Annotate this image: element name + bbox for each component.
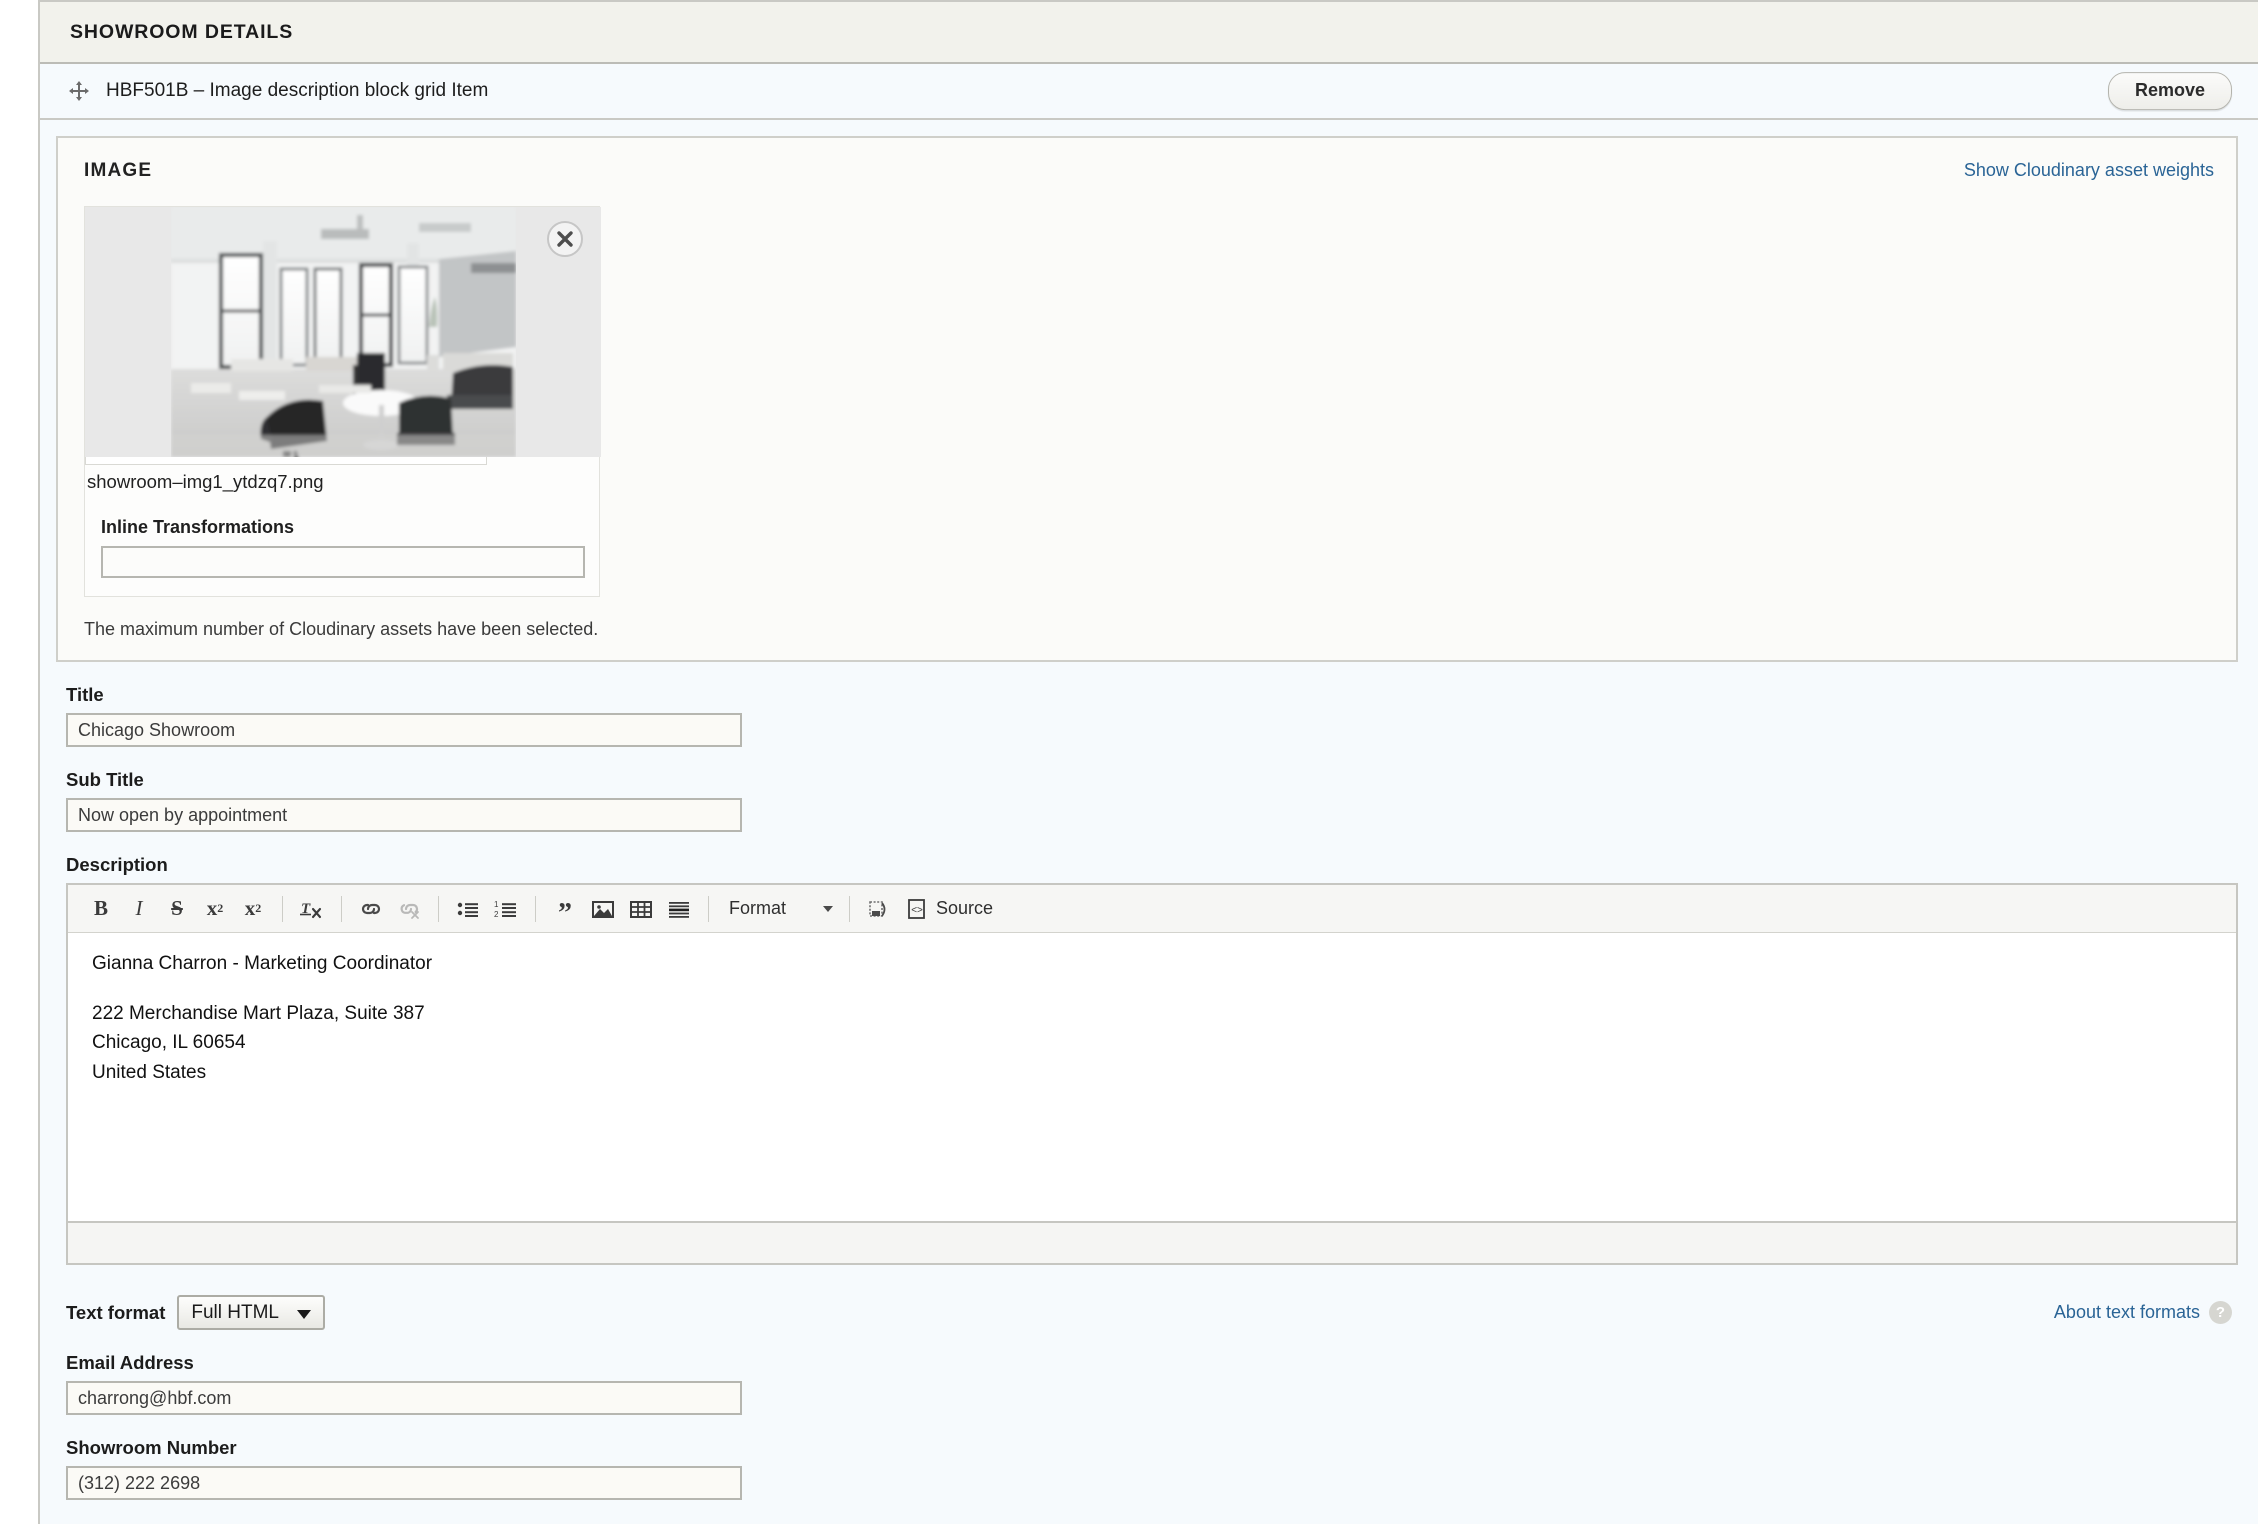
- email-label: Email Address: [66, 1352, 194, 1373]
- max-assets-note: The maximum number of Cloudinary assets …: [84, 619, 599, 639]
- ckeditor-footer-resize[interactable]: [68, 1221, 2236, 1263]
- about-text-formats-link[interactable]: About text formats: [2054, 1302, 2200, 1323]
- showroom-number-field-group: Showroom Number: [40, 1437, 2258, 1500]
- image-widget-title: IMAGE: [84, 160, 153, 181]
- ckeditor-content-area[interactable]: Gianna Charron - Marketing Coordinator 2…: [68, 933, 2236, 1221]
- horizontal-rule-icon[interactable]: [660, 890, 698, 928]
- source-button[interactable]: <> Source: [898, 891, 1001, 927]
- bold-icon[interactable]: B: [82, 890, 120, 928]
- move-arrows-icon[interactable]: [66, 78, 92, 104]
- ckeditor-toolbar: B I S x2 x2 T 1 2 ” Format <> Source: [68, 885, 2236, 933]
- text-format-left: Text format Full HTML: [66, 1295, 326, 1330]
- text-format-select-wrapper: Full HTML: [177, 1295, 326, 1330]
- toolbar-separator: [282, 895, 283, 922]
- editor-paragraph-contact: Gianna Charron - Marketing Coordinator: [92, 953, 433, 974]
- bulleted-list-icon[interactable]: [449, 890, 487, 928]
- inline-transformations-input[interactable]: [101, 546, 585, 578]
- grid-item-label: HBF501B – Image description block grid I…: [106, 80, 489, 101]
- image-widget-panel: IMAGE Show Cloudinary asset weights show…: [56, 136, 2238, 662]
- sub-title-field-group: Sub Title: [40, 769, 2258, 832]
- toolbar-separator: [341, 895, 342, 922]
- show-cloudinary-asset-weights-link[interactable]: Show Cloudinary asset weights: [1964, 160, 2214, 181]
- description-field-group: Description: [40, 854, 2258, 876]
- ckeditor: B I S x2 x2 T 1 2 ” Format <> Source Gia…: [66, 883, 2238, 1265]
- bottom-spacer: [40, 1500, 2258, 1524]
- cloudinary-asset-box: showroom–img1_ytdzq7.png Inline Transfor…: [84, 206, 601, 597]
- editor-address-line-1: 222 Merchandise Mart Plaza, Suite 387: [92, 1002, 425, 1024]
- editor-address-line-3: United States: [92, 1061, 207, 1083]
- email-field-group: Email Address: [40, 1352, 2258, 1415]
- source-button-label: Source: [936, 898, 994, 918]
- subscript-icon[interactable]: x2: [234, 890, 272, 928]
- title-field-group: Title: [40, 684, 2258, 747]
- source-code-icon: <>: [908, 898, 925, 919]
- svg-text:1: 1: [494, 900, 499, 909]
- inline-transformations-label: Inline Transformations: [101, 517, 295, 537]
- showroom-details-fieldset: SHOWROOM DETAILS HBF501B – Image descrip…: [38, 0, 2258, 1524]
- toolbar-separator: [849, 895, 850, 922]
- title-input[interactable]: [66, 713, 742, 747]
- numbered-list-icon[interactable]: 1 2: [487, 890, 525, 928]
- table-icon[interactable]: [622, 890, 660, 928]
- grid-item-header: HBF501B – Image description block grid I…: [40, 64, 2258, 120]
- text-format-row: Text format Full HTML About text formats…: [66, 1295, 2238, 1330]
- email-input[interactable]: [66, 1381, 742, 1415]
- editor-address-line-2: Chicago, IL 60654: [92, 1032, 246, 1054]
- image-widget-header: IMAGE Show Cloudinary asset weights: [58, 138, 2236, 182]
- strikethrough-icon[interactable]: S: [158, 890, 196, 928]
- sub-title-label: Sub Title: [66, 769, 144, 790]
- remove-format-icon[interactable]: T: [293, 890, 331, 928]
- fieldset-legend-text: SHOWROOM DETAILS: [70, 20, 294, 43]
- question-mark-icon[interactable]: ?: [2209, 1301, 2232, 1324]
- showroom-photo: [171, 207, 516, 457]
- fieldset-legend: SHOWROOM DETAILS: [40, 2, 2258, 64]
- title-label: Title: [66, 684, 104, 705]
- svg-text:2: 2: [494, 910, 499, 919]
- format-dropdown-label: Format: [729, 898, 787, 918]
- text-format-right: About text formats ?: [2054, 1301, 2232, 1324]
- sub-title-input[interactable]: [66, 798, 742, 832]
- toolbar-separator: [708, 895, 709, 922]
- link-icon[interactable]: [352, 890, 390, 928]
- chevron-down-icon: [823, 905, 833, 912]
- description-label: Description: [66, 854, 168, 875]
- asset-thumbnail-wrapper: [85, 207, 601, 457]
- svg-text:<>: <>: [911, 905, 923, 916]
- text-format-select[interactable]: Full HTML: [177, 1295, 326, 1330]
- toolbar-separator: [535, 895, 536, 922]
- italic-icon[interactable]: I: [120, 890, 158, 928]
- paste-from-word-icon[interactable]: [860, 890, 898, 928]
- remove-button[interactable]: Remove: [2107, 72, 2232, 110]
- asset-filename: showroom–img1_ytdzq7.png: [87, 471, 324, 492]
- showroom-details-page: SHOWROOM DETAILS HBF501B – Image descrip…: [0, 0, 2258, 1524]
- image-icon[interactable]: [584, 890, 622, 928]
- format-dropdown[interactable]: Format: [719, 892, 839, 926]
- unlink-icon[interactable]: [390, 890, 428, 928]
- remove-asset-button[interactable]: [547, 221, 583, 257]
- showroom-number-input[interactable]: [66, 1466, 742, 1500]
- showroom-number-label: Showroom Number: [66, 1437, 237, 1458]
- asset-name-bar: [85, 457, 487, 465]
- superscript-icon[interactable]: x2: [196, 890, 234, 928]
- toolbar-separator: [438, 895, 439, 922]
- blockquote-icon[interactable]: ”: [546, 890, 584, 928]
- close-icon: [557, 231, 573, 247]
- text-format-label: Text format: [66, 1301, 166, 1323]
